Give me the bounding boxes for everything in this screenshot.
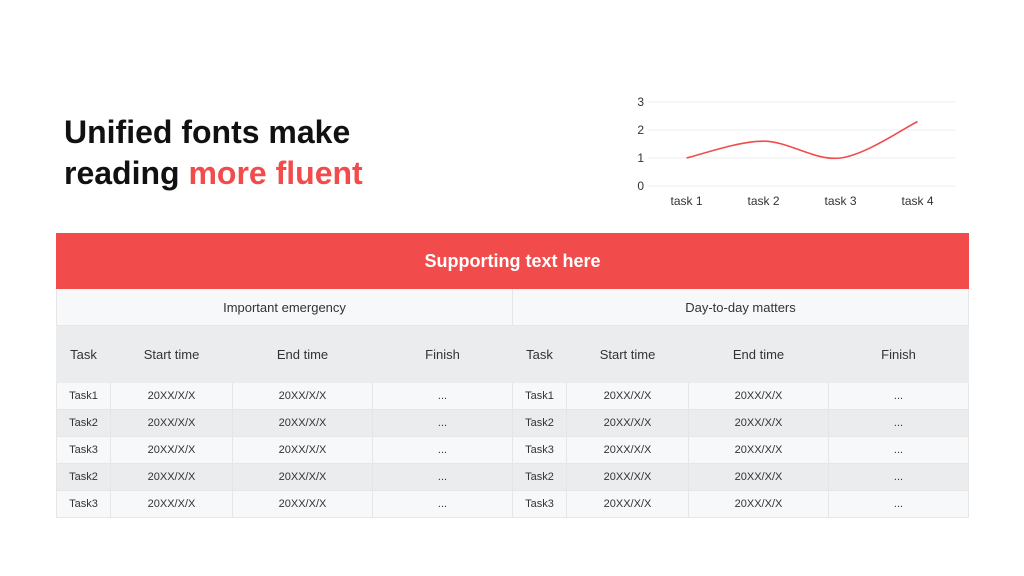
- table-cell: ...: [372, 382, 513, 410]
- title-line-2-plain: reading: [64, 155, 180, 191]
- group-header-important: Important emergency: [56, 288, 513, 326]
- table-row: Task1 20XX/X/X 20XX/X/X ... Task1 20XX/X…: [56, 382, 970, 410]
- table-cell: 20XX/X/X: [566, 490, 689, 518]
- table-cell: 20XX/X/X: [688, 463, 829, 491]
- column-header: Finish: [372, 325, 513, 383]
- table-cell: 20XX/X/X: [566, 436, 689, 464]
- table-cell: 20XX/X/X: [232, 409, 373, 437]
- x-tick-label: task 3: [824, 194, 856, 208]
- column-header: Start time: [566, 325, 689, 383]
- table-cell: ...: [372, 463, 513, 491]
- y-tick-label: 0: [637, 179, 644, 193]
- table-cell: ...: [827, 409, 970, 437]
- column-header: Task: [512, 325, 567, 383]
- group-header-daily: Day-to-day matters: [511, 288, 970, 326]
- column-header: Task: [56, 325, 111, 383]
- table-cell: 20XX/X/X: [688, 409, 829, 437]
- table-cell: ...: [372, 436, 513, 464]
- table-cell: Task3: [512, 436, 567, 464]
- slide-title: Unified fonts make reading more fluent: [64, 112, 424, 194]
- table-banner: Supporting text here: [55, 233, 970, 289]
- table-cell: Task3: [56, 436, 111, 464]
- table-cell: 20XX/X/X: [110, 490, 233, 518]
- x-tick-label: task 1: [670, 194, 702, 208]
- table-cell: Task2: [56, 409, 111, 437]
- title-accent-text: more fluent: [188, 155, 363, 191]
- table-cell: 20XX/X/X: [110, 463, 233, 491]
- line-chart: 0 1 2 3 task 1 task 2 task 3 task 4: [637, 95, 956, 208]
- group-header-row: Important emergency Day-to-day matters: [56, 288, 970, 326]
- table-row: Task3 20XX/X/X 20XX/X/X ... Task3 20XX/X…: [56, 436, 970, 464]
- table-cell: Task3: [56, 490, 111, 518]
- table-cell: 20XX/X/X: [110, 409, 233, 437]
- table-cell: 20XX/X/X: [688, 436, 829, 464]
- table-cell: 20XX/X/X: [566, 463, 689, 491]
- table-cell: Task2: [512, 463, 567, 491]
- table-cell: 20XX/X/X: [232, 382, 373, 410]
- x-tick-label: task 2: [747, 194, 779, 208]
- y-tick-label: 3: [637, 95, 644, 109]
- column-header: End time: [688, 325, 829, 383]
- column-header: End time: [232, 325, 373, 383]
- table-cell: ...: [827, 436, 970, 464]
- task-table: Supporting text here Important emergency…: [55, 233, 970, 518]
- series-line: [686, 120, 918, 160]
- table-cell: Task1: [56, 382, 111, 410]
- table-cell: 20XX/X/X: [110, 436, 233, 464]
- table-cell: ...: [827, 382, 970, 410]
- table-cell: ...: [827, 463, 970, 491]
- table-cell: 20XX/X/X: [566, 382, 689, 410]
- table-cell: 20XX/X/X: [110, 382, 233, 410]
- table-banner-row: Supporting text here: [55, 233, 970, 289]
- table-row: Task3 20XX/X/X 20XX/X/X ... Task3 20XX/X…: [56, 490, 970, 518]
- table-cell: ...: [372, 409, 513, 437]
- table-cell: Task3: [512, 490, 567, 518]
- table-cell: ...: [372, 490, 513, 518]
- table-cell: 20XX/X/X: [688, 382, 829, 410]
- table-cell: 20XX/X/X: [566, 409, 689, 437]
- y-tick-label: 1: [637, 151, 644, 165]
- table-cell: Task2: [56, 463, 111, 491]
- column-header: Finish: [827, 325, 970, 383]
- column-header: Start time: [110, 325, 233, 383]
- table-cell: Task2: [512, 409, 567, 437]
- table-row: Task2 20XX/X/X 20XX/X/X ... Task2 20XX/X…: [56, 463, 970, 491]
- table-cell: 20XX/X/X: [232, 436, 373, 464]
- y-tick-label: 2: [637, 123, 644, 137]
- x-tick-label: task 4: [901, 194, 933, 208]
- table-cell: 20XX/X/X: [688, 490, 829, 518]
- table-cell: ...: [827, 490, 970, 518]
- table-cell: 20XX/X/X: [232, 463, 373, 491]
- column-header-row: Task Start time End time Finish Task Sta…: [56, 325, 970, 383]
- table-cell: 20XX/X/X: [232, 490, 373, 518]
- table-row: Task2 20XX/X/X 20XX/X/X ... Task2 20XX/X…: [56, 409, 970, 437]
- table-cell: Task1: [512, 382, 567, 410]
- title-line-1: Unified fonts make: [64, 114, 351, 150]
